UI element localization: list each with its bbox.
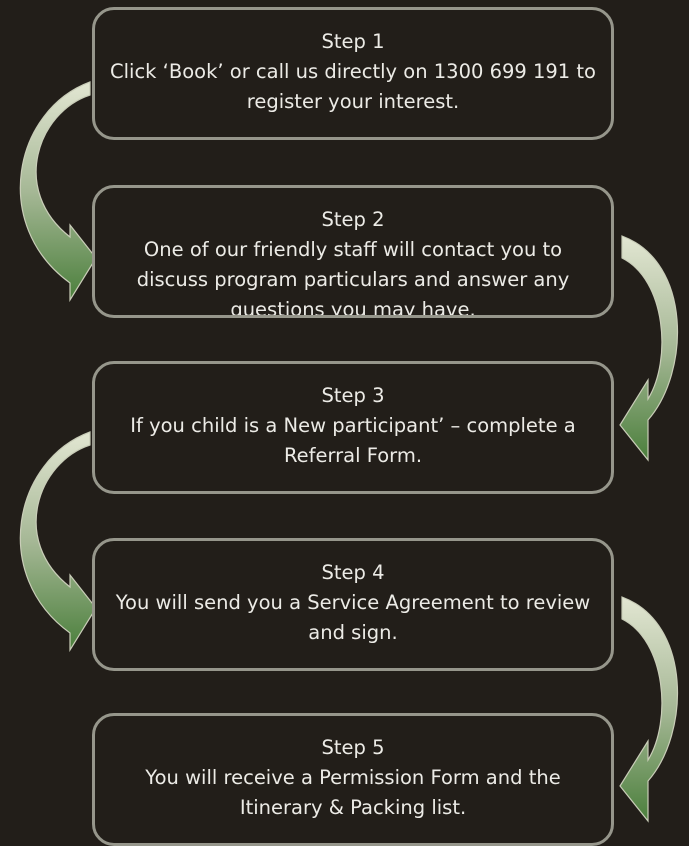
- step-1-box: Step 1 Click ‘Book’ or call us directly …: [92, 7, 614, 140]
- step-4-text: You will send you a Service Agreement to…: [115, 591, 591, 644]
- step-3-text: If you child is a New participant’ – com…: [130, 414, 576, 467]
- step-2-title: Step 2: [321, 208, 385, 231]
- curved-arrow-right-icon: [619, 235, 679, 462]
- step-5-box: Step 5 You will receive a Permission For…: [92, 713, 614, 846]
- step-5-text: You will receive a Permission Form and t…: [145, 766, 561, 819]
- curved-arrow-left-icon: [19, 81, 97, 303]
- step-2-box: Step 2 One of our friendly staff will co…: [92, 185, 614, 318]
- step-5-title: Step 5: [321, 736, 385, 759]
- curved-arrow-right-icon: [619, 596, 679, 823]
- step-2-text: One of our friendly staff will contact y…: [136, 238, 570, 318]
- step-1-text: Click ‘Book’ or call us directly on 1300…: [110, 60, 596, 113]
- step-3-box: Step 3 If you child is a New participant…: [92, 361, 614, 494]
- step-4-title: Step 4: [321, 561, 385, 584]
- step-4-box: Step 4 You will send you a Service Agree…: [92, 538, 614, 671]
- curved-arrow-left-icon: [19, 431, 97, 653]
- step-1-title: Step 1: [321, 30, 385, 53]
- step-3-title: Step 3: [321, 384, 385, 407]
